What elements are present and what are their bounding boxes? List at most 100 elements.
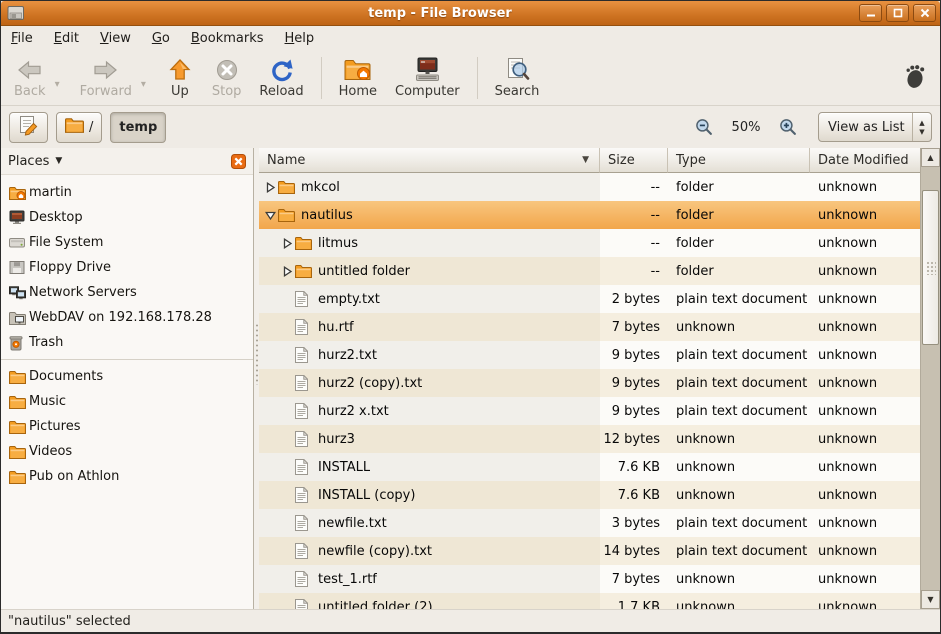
file-row[interactable]: nautilus--folderunknown xyxy=(259,201,920,229)
column-header-type[interactable]: Type xyxy=(668,148,810,173)
file-row[interactable]: hu.rtf7 bytesunknownunknown xyxy=(259,313,920,341)
toolbar-separator xyxy=(321,57,322,99)
column-header-size[interactable]: Size xyxy=(600,148,668,173)
scrollbar-track[interactable] xyxy=(921,167,940,590)
text-file-icon xyxy=(295,375,313,391)
menu-file[interactable]: File xyxy=(11,31,33,46)
column-header-name[interactable]: Name ▼ xyxy=(259,148,600,173)
path-button-root[interactable]: / xyxy=(56,112,102,143)
file-name-label: mkcol xyxy=(301,180,340,195)
text-file-icon xyxy=(295,515,313,531)
file-row[interactable]: untitled folder (2)1.7 KBunknownunknown xyxy=(259,593,920,609)
toolbar-button-forward: Forward xyxy=(71,54,141,102)
file-date-cell: unknown xyxy=(810,313,920,341)
sidebar-item-label: File System xyxy=(29,235,103,250)
toolbar-button-label: Up xyxy=(171,84,189,99)
scroll-down-button[interactable]: ▼ xyxy=(921,590,940,609)
sidebar-item-floppy-drive[interactable]: Floppy Drive xyxy=(1,255,253,280)
maximize-button[interactable] xyxy=(886,4,909,22)
pane-splitter[interactable] xyxy=(254,148,259,609)
menu-go[interactable]: Go xyxy=(152,31,170,46)
scrollbar-thumb[interactable] xyxy=(922,190,939,345)
sidebar-close-button[interactable] xyxy=(231,154,246,169)
places-header[interactable]: Places ▼ xyxy=(1,148,253,175)
toolbar-button-search[interactable]: Search xyxy=(486,54,549,102)
toolbar-button-label: Reload xyxy=(259,84,303,99)
file-date-cell: unknown xyxy=(810,173,920,201)
statusbar-text: "nautilus" selected xyxy=(8,614,131,629)
file-date-cell: unknown xyxy=(810,537,920,565)
sidebar-item-webdav-on-192-168-178-28[interactable]: WebDAV on 192.168.178.28 xyxy=(1,305,253,330)
file-row[interactable]: untitled folder--folderunknown xyxy=(259,257,920,285)
zoom-out-button[interactable] xyxy=(692,114,716,140)
sort-descending-icon: ▼ xyxy=(582,155,591,165)
path-button-current[interactable]: temp xyxy=(110,112,166,143)
sidebar-item-documents[interactable]: Documents xyxy=(1,364,253,389)
sidebar-item-file-system[interactable]: File System xyxy=(1,230,253,255)
menu-view[interactable]: View xyxy=(100,31,131,46)
file-date-cell: unknown xyxy=(810,509,920,537)
file-row[interactable]: newfile (copy).txt14 bytesplain text doc… xyxy=(259,537,920,565)
file-row[interactable]: litmus--folderunknown xyxy=(259,229,920,257)
file-row[interactable]: test_1.rtf7 bytesunknownunknown xyxy=(259,565,920,593)
file-type-cell: unknown xyxy=(668,481,810,509)
sidebar-item-trash[interactable]: Trash xyxy=(1,330,253,355)
window-title: temp - File Browser xyxy=(25,6,855,21)
toolbar-button-computer[interactable]: Computer xyxy=(386,54,469,102)
sidebar-item-desktop[interactable]: Desktop xyxy=(1,205,253,230)
sidebar-item-videos[interactable]: Videos xyxy=(1,439,253,464)
file-row[interactable]: INSTALL7.6 KBunknownunknown xyxy=(259,453,920,481)
file-date-cell: unknown xyxy=(810,593,920,609)
sidebar-item-music[interactable]: Music xyxy=(1,389,253,414)
expander-collapsed-icon[interactable] xyxy=(282,266,295,277)
content-area: Places ▼ martinDesktop File System Floppy … xyxy=(1,148,940,609)
file-name-label: nautilus xyxy=(301,208,353,223)
sidebar-item-label: Music xyxy=(29,394,66,409)
forward-arrow-icon xyxy=(92,57,119,83)
sidebar-item-label: Pub on Athlon xyxy=(29,469,119,484)
splitter-grip-icon xyxy=(254,323,259,385)
sidebar-item-label: Videos xyxy=(29,444,72,459)
file-row[interactable]: hurz2 (copy).txt9 bytesplain text docume… xyxy=(259,369,920,397)
file-row[interactable]: hurz312 bytesunknownunknown xyxy=(259,425,920,453)
file-name-label: empty.txt xyxy=(318,292,380,307)
file-size-cell: -- xyxy=(600,201,668,229)
text-file-icon xyxy=(295,319,313,335)
folder-icon xyxy=(278,208,296,222)
edit-location-button[interactable] xyxy=(9,112,48,143)
minimize-button[interactable] xyxy=(859,4,882,22)
file-size-cell: 3 bytes xyxy=(600,509,668,537)
expander-collapsed-icon[interactable] xyxy=(265,182,278,193)
expander-expanded-icon[interactable] xyxy=(265,210,278,221)
column-header-label: Name xyxy=(267,153,305,168)
column-header-date-modified[interactable]: Date Modified xyxy=(810,148,920,173)
file-row[interactable]: newfile.txt3 bytesplain text documentunk… xyxy=(259,509,920,537)
toolbar-button-home[interactable]: Home xyxy=(330,54,386,102)
sidebar-item-label: Network Servers xyxy=(29,285,137,300)
toolbar-button-up[interactable]: Up xyxy=(157,54,203,102)
file-size-cell: 7 bytes xyxy=(600,565,668,593)
menu-edit[interactable]: Edit xyxy=(54,31,79,46)
file-type-cell: folder xyxy=(668,229,810,257)
network-icon xyxy=(9,286,29,300)
vertical-scrollbar[interactable]: ▲ ▼ xyxy=(920,148,940,609)
view-mode-combo[interactable]: View as List ▲▼ xyxy=(818,112,932,142)
toolbar-button-reload[interactable]: Reload xyxy=(250,54,312,102)
column-header-label: Date Modified xyxy=(818,153,909,168)
file-row[interactable]: hurz2.txt9 bytesplain text documentunkno… xyxy=(259,341,920,369)
file-row[interactable]: INSTALL (copy)7.6 KBunknownunknown xyxy=(259,481,920,509)
sidebar-item-pictures[interactable]: Pictures xyxy=(1,414,253,439)
close-button[interactable] xyxy=(913,4,936,22)
zoom-in-button[interactable] xyxy=(776,114,800,140)
file-name-cell: test_1.rtf xyxy=(259,565,600,593)
file-row[interactable]: hurz2 x.txt9 bytesplain text documentunk… xyxy=(259,397,920,425)
sidebar-item-pub-on-athlon[interactable]: Pub on Athlon xyxy=(1,464,253,489)
menu-help[interactable]: Help xyxy=(285,31,315,46)
file-row[interactable]: mkcol--folderunknown xyxy=(259,173,920,201)
scroll-up-button[interactable]: ▲ xyxy=(921,148,940,167)
expander-collapsed-icon[interactable] xyxy=(282,238,295,249)
file-row[interactable]: empty.txt2 bytesplain text documentunkno… xyxy=(259,285,920,313)
menu-bookmarks[interactable]: Bookmarks xyxy=(191,31,264,46)
sidebar-item-martin[interactable]: martin xyxy=(1,180,253,205)
sidebar-item-network-servers[interactable]: Network Servers xyxy=(1,280,253,305)
